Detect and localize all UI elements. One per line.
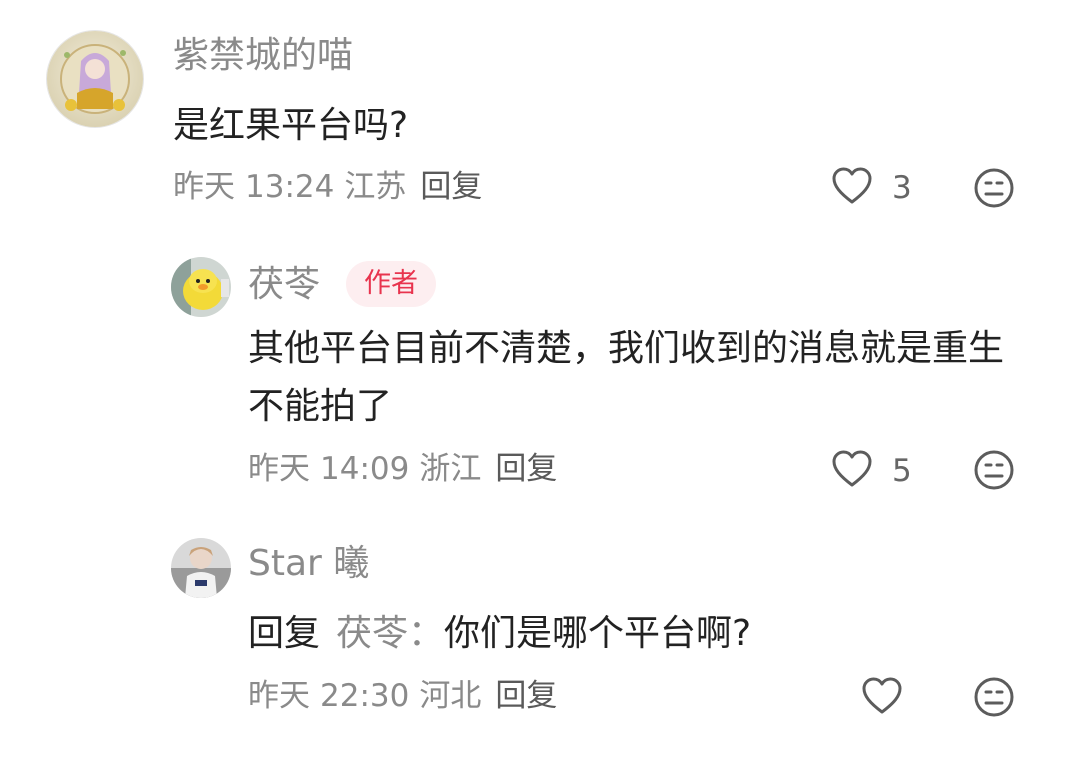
- comment-time: 13:24: [245, 169, 335, 205]
- comment-date: 昨天: [173, 169, 235, 205]
- like-button[interactable]: [860, 674, 908, 722]
- avatar[interactable]: [46, 30, 144, 128]
- comment-item: 紫禁城的喵 是红果平台吗? 昨天 13:24 江苏 回复 3: [0, 0, 1080, 230]
- heart-outline-icon: [832, 450, 872, 487]
- dislike-button[interactable]: [972, 166, 1016, 210]
- reply-button[interactable]: 回复: [495, 678, 557, 714]
- reply-button[interactable]: 回复: [420, 169, 482, 205]
- username[interactable]: 茯苓: [248, 263, 320, 307]
- like-button[interactable]: 3: [830, 164, 930, 212]
- comment-location: 河北: [419, 678, 482, 714]
- comment-meta: 昨天 22:30 河北 回复: [248, 676, 557, 716]
- username[interactable]: 紫禁城的喵: [173, 34, 353, 78]
- avatar[interactable]: [171, 257, 231, 317]
- reply-text: 你们是哪个平台啊?: [444, 613, 752, 654]
- meh-face-icon: [974, 450, 1014, 490]
- reply-prefix: 回复: [248, 613, 321, 654]
- avatar[interactable]: [171, 538, 231, 598]
- comment-date: 昨天: [248, 451, 310, 487]
- author-badge: 作者: [346, 261, 436, 307]
- comment-location: 浙江: [419, 451, 482, 487]
- dislike-button[interactable]: [972, 675, 1016, 719]
- heart-outline-icon: [832, 167, 872, 204]
- like-count: 5: [892, 453, 912, 489]
- comment-text: 是红果平台吗?: [173, 105, 409, 146]
- reply-target-username[interactable]: 茯苓：: [336, 613, 444, 654]
- meh-face-icon: [974, 168, 1014, 208]
- comment-time: 14:09: [320, 451, 410, 487]
- like-count: 3: [892, 170, 912, 206]
- comment-text: 其他平台目前不清楚，我们收到的消息就是重生不能拍了: [248, 328, 1005, 427]
- comment-date: 昨天: [248, 678, 310, 714]
- comment-location: 江苏: [344, 169, 407, 205]
- meh-face-icon: [974, 677, 1014, 717]
- comment-time: 22:30: [320, 678, 410, 714]
- heart-outline-icon: [862, 677, 902, 714]
- comment-meta: 昨天 13:24 江苏 回复: [173, 167, 482, 207]
- comment-text: 回复 茯苓：你们是哪个平台啊?: [248, 605, 751, 663]
- like-button[interactable]: 5: [830, 447, 930, 495]
- comment-item: Star 曦 回复 茯苓：你们是哪个平台啊? 昨天 22:30 河北 回复: [0, 510, 1080, 757]
- username[interactable]: Star 曦: [248, 542, 369, 586]
- comment-item: 茯苓 作者 其他平台目前不清楚，我们收到的消息就是重生不能拍了 昨天 14:09 浙…: [0, 230, 1080, 510]
- reply-button[interactable]: 回复: [495, 451, 557, 487]
- dislike-button[interactable]: [972, 448, 1016, 492]
- comment-meta: 昨天 14:09 浙江 回复: [248, 449, 557, 489]
